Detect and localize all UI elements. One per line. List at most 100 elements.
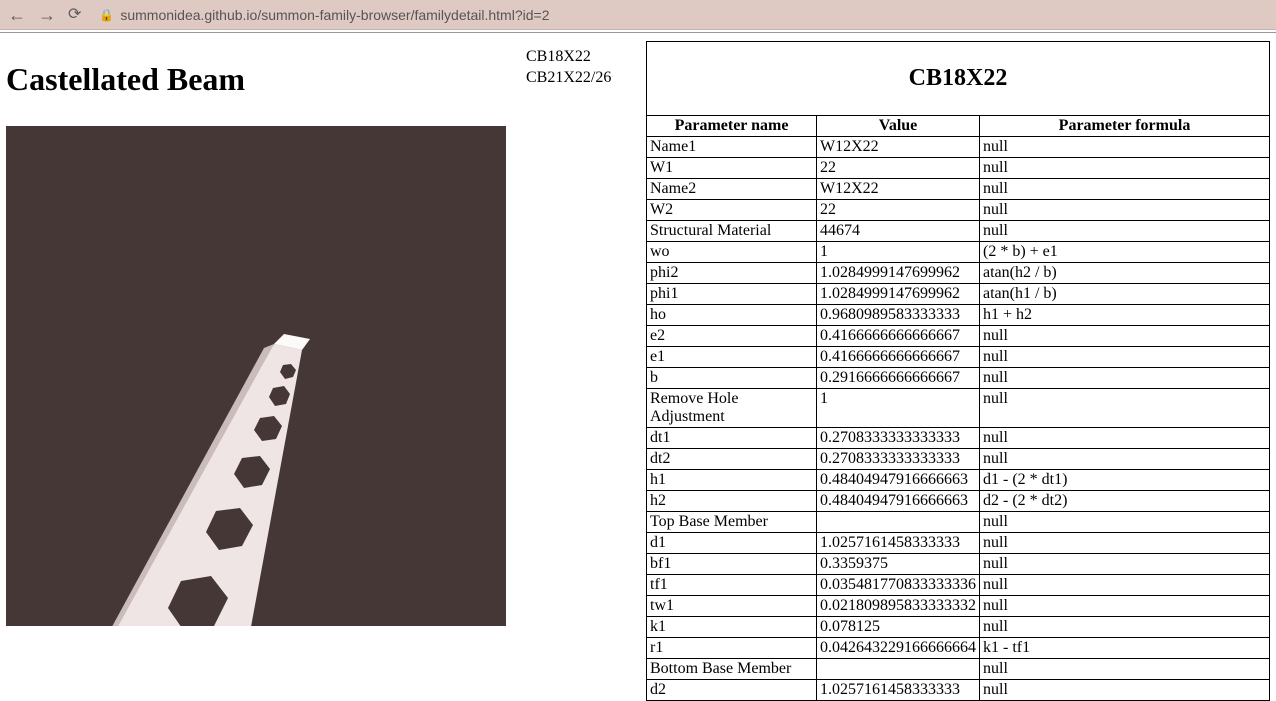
param-name-cell: phi1 [647,284,817,305]
back-button[interactable]: ← [8,6,26,24]
param-name-cell: phi2 [647,263,817,284]
param-formula-cell: null [980,158,1270,179]
browser-toolbar: ← → ⟳ 🔒 summonidea.github.io/summon-fami… [0,0,1276,30]
forward-button[interactable]: → [38,6,56,24]
param-formula-cell: null [980,200,1270,221]
table-row: W222null [647,200,1270,221]
type-item-0[interactable]: CB18X22 [526,47,626,68]
param-value-cell: 1 [817,242,980,263]
table-row: ho0.9680989583333333h1 + h2 [647,305,1270,326]
param-value-cell: 0.4166666666666667 [817,326,980,347]
param-value-cell: 1.0284999147699962 [817,263,980,284]
table-title-row: CB18X22 [647,42,1270,116]
param-value-cell: 22 [817,158,980,179]
table-row: h10.48404947916666663d1 - (2 * dt1) [647,470,1270,491]
beam-render [6,126,506,626]
param-value-cell: 22 [817,200,980,221]
param-formula-cell: null [980,389,1270,428]
param-value-cell: 0.48404947916666663 [817,470,980,491]
table-row: phi21.0284999147699962atan(h2 / b) [647,263,1270,284]
header-formula: Parameter formula [980,116,1270,137]
param-formula-cell: (2 * b) + e1 [980,242,1270,263]
table-row: tw10.021809895833333332null [647,596,1270,617]
param-name-cell: tf1 [647,575,817,596]
param-name-cell: W2 [647,200,817,221]
table-row: Structural Material44674null [647,221,1270,242]
param-name-cell: r1 [647,638,817,659]
param-formula-cell: null [980,512,1270,533]
param-formula-cell: null [980,617,1270,638]
table-row: e10.4166666666666667null [647,347,1270,368]
param-value-cell: 0.2916666666666667 [817,368,980,389]
table-row: wo1(2 * b) + e1 [647,242,1270,263]
param-formula-cell: null [980,221,1270,242]
param-value-cell: W12X22 [817,179,980,200]
header-value: Value [817,116,980,137]
param-formula-cell: d1 - (2 * dt1) [980,470,1270,491]
table-row: dt10.2708333333333333null [647,428,1270,449]
param-formula-cell: k1 - tf1 [980,638,1270,659]
param-name-cell: b [647,368,817,389]
header-parameter-name: Parameter name [647,116,817,137]
param-name-cell: Name1 [647,137,817,158]
param-formula-cell: null [980,179,1270,200]
param-name-cell: Bottom Base Member [647,659,817,680]
param-value-cell: 1.0257161458333333 [817,533,980,554]
param-value-cell: 0.2708333333333333 [817,449,980,470]
table-row: tf10.035481770833333336null [647,575,1270,596]
table-row: dt20.2708333333333333null [647,449,1270,470]
param-value-cell: 0.035481770833333336 [817,575,980,596]
table-row: d11.0257161458333333null [647,533,1270,554]
param-name-cell: bf1 [647,554,817,575]
table-row: phi11.0284999147699962atan(h1 / b) [647,284,1270,305]
param-value-cell: 0.042643229166666664 [817,638,980,659]
param-value-cell: 0.4166666666666667 [817,347,980,368]
param-name-cell: h1 [647,470,817,491]
param-value-cell [817,659,980,680]
table-row: k10.078125null [647,617,1270,638]
param-value-cell: 1.0284999147699962 [817,284,980,305]
param-name-cell: Structural Material [647,221,817,242]
url-text: summonidea.github.io/summon-family-brows… [120,7,549,23]
table-row: r10.042643229166666664k1 - tf1 [647,638,1270,659]
table-header-row: Parameter name Value Parameter formula [647,116,1270,137]
param-formula-cell: h1 + h2 [980,305,1270,326]
param-value-cell: 1 [817,389,980,428]
main-content: Castellated Beam CB18X22 [0,37,1276,701]
lock-icon: 🔒 [99,8,114,22]
table-row: Remove Hole Adjustment1null [647,389,1270,428]
param-formula-cell: null [980,596,1270,617]
param-name-cell: Top Base Member [647,512,817,533]
top-divider [0,30,1276,33]
table-row: h20.48404947916666663d2 - (2 * dt2) [647,491,1270,512]
reload-button[interactable]: ⟳ [68,7,81,23]
table-row: Bottom Base Member null [647,659,1270,680]
param-formula-cell: null [980,533,1270,554]
param-value-cell: W12X22 [817,137,980,158]
3d-viewer[interactable] [6,126,506,626]
parameter-table: CB18X22 Parameter name Value Parameter f… [646,41,1270,701]
param-value-cell: 44674 [817,221,980,242]
param-formula-cell: null [980,326,1270,347]
param-value-cell: 1.0257161458333333 [817,680,980,701]
param-name-cell: wo [647,242,817,263]
table-row: e20.4166666666666667null [647,326,1270,347]
param-name-cell: Remove Hole Adjustment [647,389,817,428]
table-row: bf10.3359375null [647,554,1270,575]
param-value-cell: 0.021809895833333332 [817,596,980,617]
detail-panel: CB18X22 Parameter name Value Parameter f… [646,41,1270,701]
param-formula-cell: null [980,659,1270,680]
param-name-cell: d2 [647,680,817,701]
param-value-cell: 0.9680989583333333 [817,305,980,326]
param-value-cell [817,512,980,533]
param-name-cell: ho [647,305,817,326]
param-name-cell: dt1 [647,428,817,449]
address-bar[interactable]: 🔒 summonidea.github.io/summon-family-bro… [93,7,1268,23]
detail-title: CB18X22 [909,43,1008,114]
param-name-cell: Name2 [647,179,817,200]
type-item-1[interactable]: CB21X22/26 [526,68,626,89]
type-list: CB18X22 CB21X22/26 [526,41,626,89]
param-value-cell: 0.48404947916666663 [817,491,980,512]
param-name-cell: d1 [647,533,817,554]
table-row: d21.0257161458333333null [647,680,1270,701]
